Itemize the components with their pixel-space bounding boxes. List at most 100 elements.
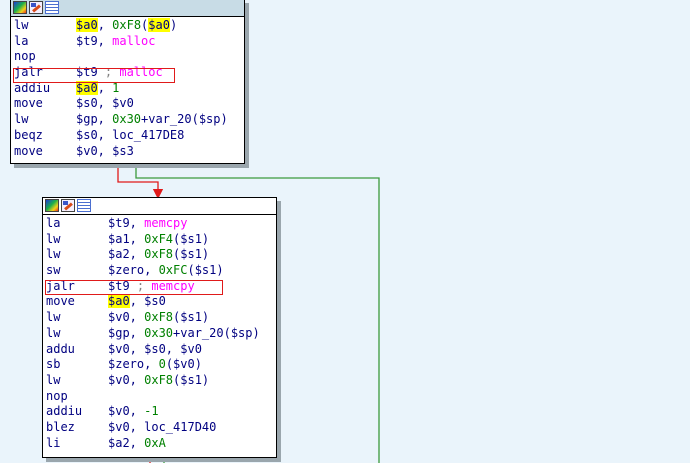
mnemonic: move [14,96,43,111]
mnemonic: lw [14,18,29,32]
operand-text: $a2, [108,435,145,450]
operand-text: $v0, loc_417D40 [108,419,217,434]
block-header [11,0,244,17]
instruction-line[interactable]: lw $gp, 0x30+var_20($sp) [44,326,276,342]
code-block-malloc[interactable]: lw $a0, 0xF8($a0) la $t9, malloc nop jalr $t9 … [10,0,245,164]
operands: $a0, 0xF8($a0) [76,18,177,32]
instruction-list: lw $a0, 0xF8($a0) la $t9, malloc nop jalr $t9 … [11,17,244,161]
instruction-line[interactable]: beqz $s0, loc_417DE8 [12,128,244,144]
immediate-value: 0xF8 [144,372,174,387]
mnemonic: lw [14,112,29,127]
instruction-line[interactable]: la $t9, memcpy [44,216,276,232]
instruction-line[interactable]: move $s0, $v0 [12,96,244,112]
operands: $zero, 0($v0) [108,357,202,371]
mnemonic: move [46,294,75,309]
operands: $v0, -1 [108,404,159,418]
mnemonic: lw [46,372,61,387]
mnemonic: move [14,143,43,158]
edit-node-icon[interactable] [61,199,75,212]
instruction-line[interactable]: lw $gp, 0x30+var_20($sp) [12,112,244,128]
mnemonic: addiu [46,404,83,419]
mnemonic: addu [46,341,75,356]
operand-text: $zero, [108,263,159,278]
mnemonic: li [46,435,61,450]
immediate-value: 0xF4 [144,231,174,246]
mnemonic: la [46,216,61,230]
operands: $v0, loc_417D40 [108,420,216,434]
mnemonic: nop [46,388,68,403]
instruction-line[interactable]: addiu $v0, -1 [44,404,276,420]
operand-text: $s0, $v0 [76,96,134,111]
operands: $t9 ; memcpy [108,279,195,293]
graph-overview-icon[interactable] [45,199,59,212]
operands: $gp, 0x30+var_20($sp) [108,326,260,340]
operand-text: $s0, loc_417DE8 [76,127,185,142]
instruction-line[interactable]: lw $a1, 0xF4($s1) [44,232,276,248]
mnemonic: jalr [46,278,75,293]
mnemonic: lw [46,231,61,246]
operands: $t9 ; malloc [76,65,163,79]
listing-icon[interactable] [77,199,91,212]
operands: $a2, 0xA [108,436,166,450]
instruction-line[interactable]: blez $v0, loc_417D40 [44,420,276,436]
operands: $v0, 0xF8($s1) [108,310,209,324]
graph-overview-icon[interactable] [13,1,27,14]
mnemonic: lw [46,247,61,262]
immediate-value: 0 [158,357,166,372]
instruction-line[interactable]: addiu $a0, 1 [12,80,244,97]
instruction-line[interactable]: nop [12,49,244,65]
instruction-line[interactable]: sw $zero, 0xFC($s1) [44,263,276,279]
instruction-line[interactable]: move $v0, $s3 [12,144,244,160]
operand-text: ; [104,65,120,80]
instruction-line[interactable]: la $t9, malloc [12,34,244,50]
instruction-line[interactable]: lw $a2, 0xF8($s1) [44,247,276,263]
operand-text: ; [136,278,152,293]
operand-text: , $s0 [129,294,166,309]
symbol-ref[interactable]: malloc [112,34,155,48]
operands: $v0, $s3 [76,144,134,158]
highlighted-register: $a0 [76,18,98,32]
instruction-line[interactable]: li $a2, 0xA [44,436,276,452]
code-block-memcpy[interactable]: la $t9, memcpy lw $a1, 0xF4($s1) lw $a2, 0xF8… [42,197,277,458]
operand-text: , [97,18,113,32]
instruction-line[interactable]: jalr $t9 ; malloc [12,65,244,81]
symbol-ref[interactable]: malloc [119,65,162,79]
operand-text: , [97,80,113,95]
operands: $a0, $s0 [108,294,166,309]
immediate-value: 1 [112,80,120,95]
operands: $a2, 0xF8($s1) [108,247,209,261]
operands: $s0, loc_417DE8 [76,128,184,142]
instruction-line[interactable]: lw $a0, 0xF8($a0) [12,18,244,34]
immediate-value: 0x30 [112,112,142,127]
symbol-ref[interactable]: memcpy [144,216,187,230]
operand-text: ($s1) [173,231,210,246]
operand-text: $t9 [108,278,137,293]
operands: $v0, $s0, $v0 [108,342,202,356]
instruction-line[interactable]: lw $v0, 0xF8($s1) [44,310,276,326]
instruction-line[interactable]: addu $v0, $s0, $v0 [44,342,276,358]
immediate-value: 0xFC [158,263,188,278]
instruction-line[interactable]: move $a0, $s0 [44,294,276,310]
operand-text: +var_20($sp) [141,112,228,127]
mnemonic: blez [46,419,75,434]
instruction-line[interactable]: sb $zero, 0($v0) [44,357,276,373]
operand-text: $t9, [76,33,113,48]
edge-true [117,164,164,200]
edit-node-icon[interactable] [29,1,43,14]
operand-text: $gp, [76,112,113,127]
instruction-line[interactable]: jalr $t9 ; memcpy [44,279,276,295]
highlighted-register: $a0 [108,294,130,309]
mnemonic: sb [46,357,61,372]
immediate-value: 0xF8 [112,18,142,32]
highlighted-register: $a0 [76,80,98,95]
operand-text: ($v0) [165,357,202,372]
operand-text: +var_20($sp) [173,325,260,340]
operands: $s0, $v0 [76,96,134,110]
instruction-line[interactable]: lw $v0, 0xF8($s1) [44,373,276,389]
mnemonic: addiu [14,80,51,95]
block-header [43,198,276,215]
symbol-ref[interactable]: memcpy [151,279,194,293]
operand-text: ) [169,18,178,32]
listing-icon[interactable] [45,1,59,14]
instruction-line[interactable]: nop [44,389,276,405]
